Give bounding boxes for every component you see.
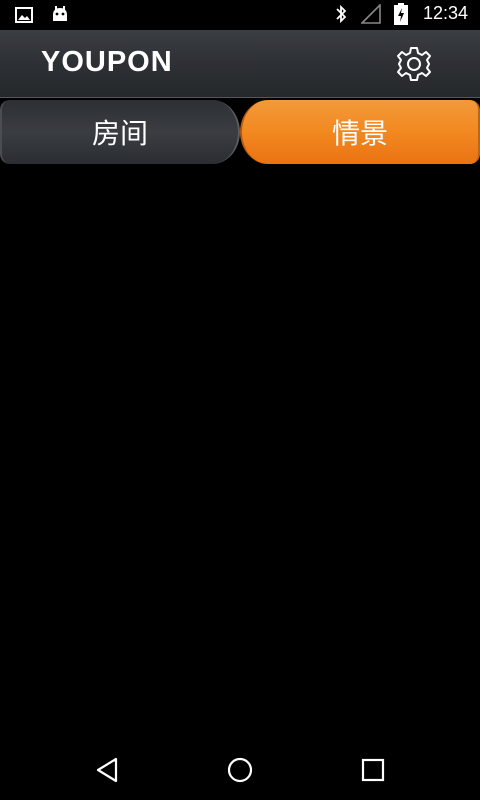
back-icon (96, 757, 118, 783)
app-title: YOUPON (41, 46, 173, 78)
tab-bar: 房间 情景 (0, 99, 480, 165)
bluetooth-icon (331, 4, 351, 24)
tab-scenes-label: 情景 (331, 117, 388, 150)
recents-icon (361, 758, 385, 782)
signal-icon (360, 3, 381, 24)
status-time: 12:34 (422, 3, 468, 23)
settings-button[interactable] (394, 44, 434, 84)
recents-button[interactable] (355, 754, 391, 786)
tab-rooms[interactable]: 房间 (0, 100, 240, 164)
content-area (0, 165, 480, 740)
android-notification-icon (50, 5, 70, 25)
app-header: YOUPON (0, 30, 480, 98)
status-bar: 12:34 (0, 0, 480, 30)
tab-rooms-label: 房间 (91, 117, 148, 150)
navigation-bar (0, 740, 480, 800)
battery-charging-icon (391, 2, 411, 25)
back-button[interactable] (89, 754, 125, 786)
tab-scenes[interactable]: 情景 (240, 100, 480, 164)
home-button[interactable] (222, 754, 258, 786)
image-notification-icon (14, 5, 34, 25)
home-icon (227, 757, 253, 783)
gear-icon (397, 47, 431, 81)
